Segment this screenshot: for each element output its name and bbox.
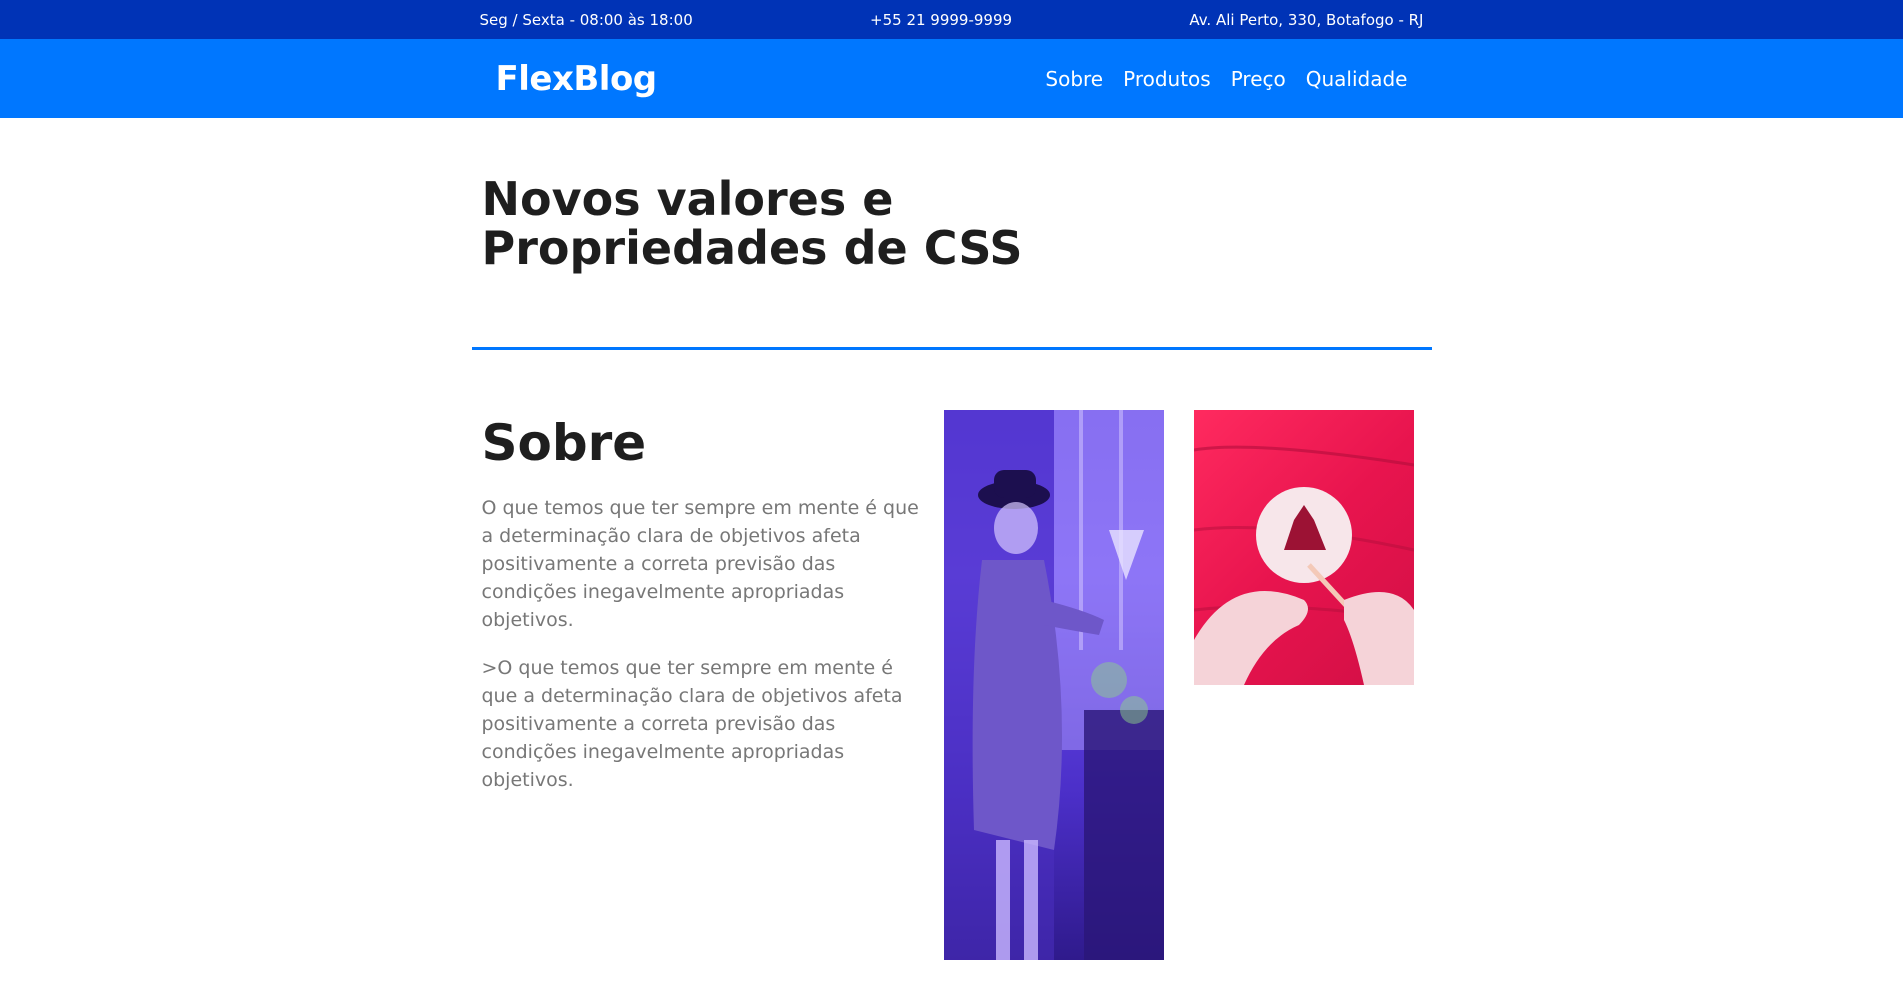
about-heading: Sobre xyxy=(481,414,647,472)
page-title-line-2: Propriedades de CSS xyxy=(481,221,1023,275)
about-text: Sobre O que temos que ter sempre em ment… xyxy=(482,410,922,960)
painting-illustration xyxy=(1193,445,1414,685)
main-navbar: FlexBlog Sobre Produtos Preço Qualidade xyxy=(0,39,1903,118)
about-paragraph-1: O que temos que ter sempre em mente é qu… xyxy=(481,497,919,631)
nav-item-produtos[interactable]: Produtos xyxy=(1123,67,1211,91)
about-paragraph-2: >O que temos que ter sempre em mente é q… xyxy=(481,657,903,791)
business-hours: Seg / Sexta - 08:00 às 18:00 xyxy=(479,10,693,29)
nav-item-qualidade[interactable]: Qualidade xyxy=(1306,67,1408,91)
main-content: Novos valores e Propriedades de CSS Sobr… xyxy=(471,118,1432,960)
about-section: Sobre O que temos que ter sempre em ment… xyxy=(472,350,1432,960)
nav-item-preco[interactable]: Preço xyxy=(1231,67,1286,91)
phone-number: +55 21 9999-9999 xyxy=(870,10,1013,29)
nav-item-sobre[interactable]: Sobre xyxy=(1045,67,1103,91)
site-logo[interactable]: FlexBlog xyxy=(496,59,658,99)
woman-window-illustration xyxy=(943,410,1164,960)
woman-window-image xyxy=(943,410,1164,960)
page-title: Novos valores e Propriedades de CSS xyxy=(472,118,1432,297)
page-title-line-1: Novos valores e xyxy=(481,172,894,226)
address: Av. Ali Perto, 330, Botafogo - RJ xyxy=(1189,10,1424,29)
painting-image xyxy=(1193,410,1414,685)
nav-menu: Sobre Produtos Preço Qualidade xyxy=(1045,67,1407,91)
top-info-bar: Seg / Sexta - 08:00 às 18:00 +55 21 9999… xyxy=(0,0,1903,39)
